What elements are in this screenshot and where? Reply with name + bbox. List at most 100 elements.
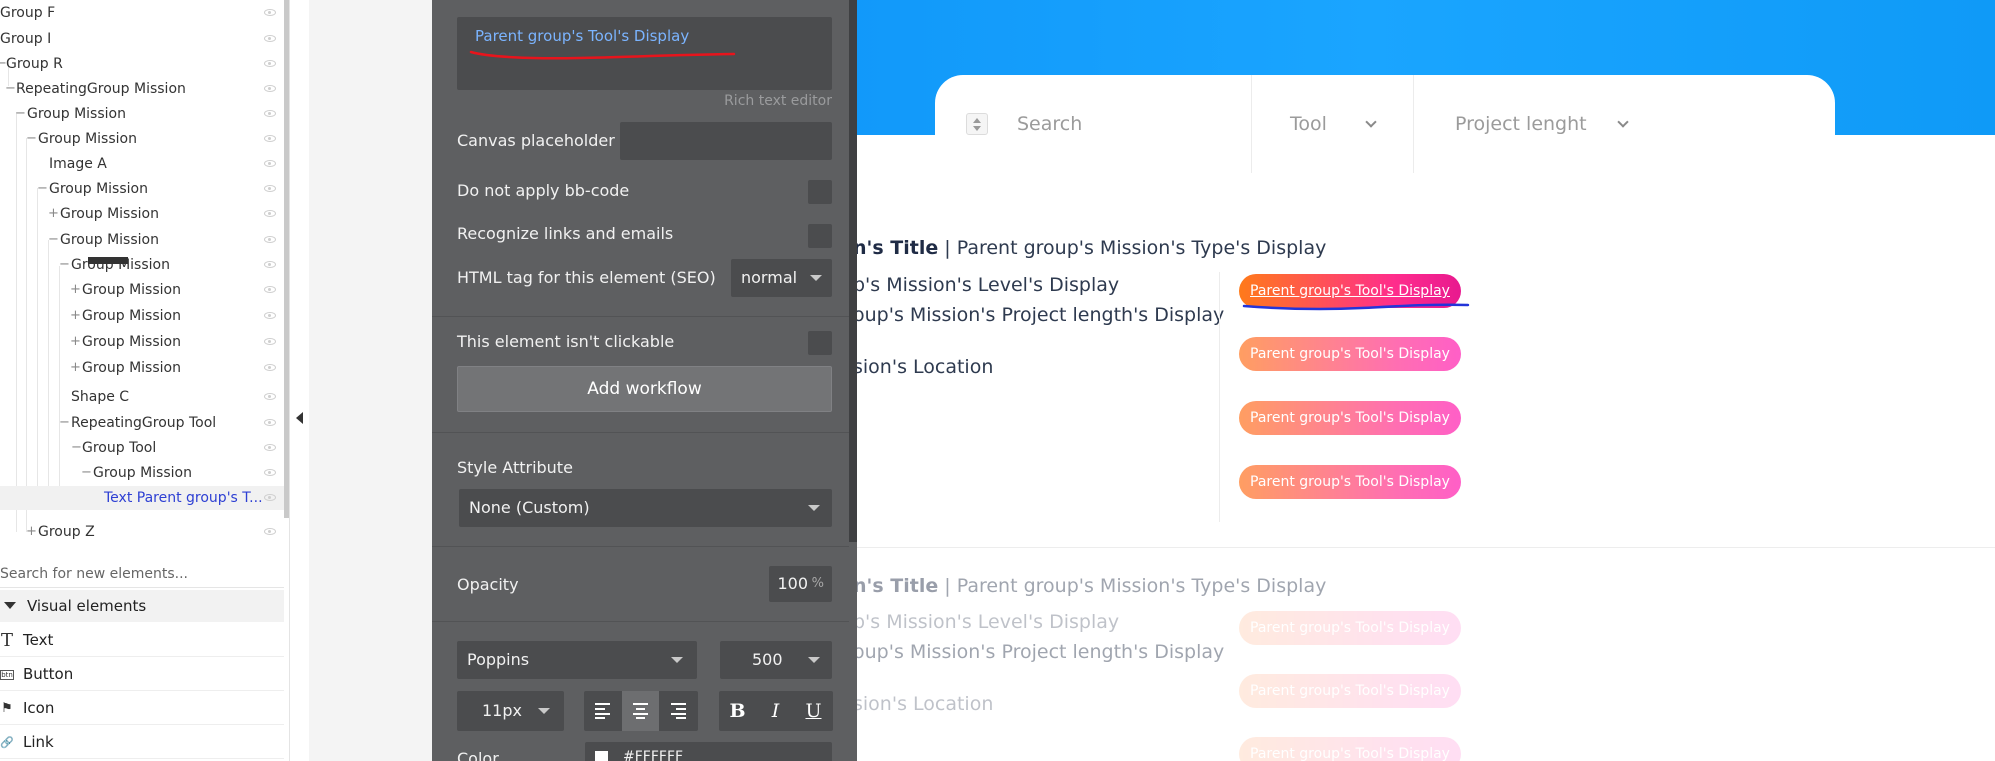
collapse-icon[interactable]: − [81, 461, 92, 485]
eye-icon[interactable] [264, 286, 276, 293]
tool-dropdown[interactable]: Tool [1290, 110, 1327, 138]
tree-item-shape-c[interactable]: Shape C [0, 385, 284, 409]
tool-pill[interactable]: Parent group's Tool's Display [1239, 401, 1461, 435]
collapse-icon[interactable]: − [5, 77, 16, 101]
eye-icon[interactable] [264, 210, 276, 217]
collapse-icon[interactable]: − [48, 228, 59, 252]
canvas-placeholder-input[interactable] [620, 122, 832, 160]
visual-item-text[interactable]: T Text [0, 624, 284, 657]
search-input[interactable]: Search [1017, 110, 1082, 138]
tree-item-group-mission[interactable]: − Group Mission [0, 228, 284, 252]
caret-down-icon [4, 602, 16, 609]
eye-icon[interactable] [264, 494, 276, 501]
not-clickable-label: This element isn't clickable [457, 332, 675, 351]
collapse-icon[interactable]: − [59, 411, 70, 435]
eye-icon[interactable] [264, 393, 276, 400]
tool-pill[interactable]: Parent group's Tool's Display [1239, 737, 1461, 761]
expand-icon[interactable]: + [26, 520, 37, 544]
collapse-icon[interactable]: − [59, 253, 70, 277]
panel-scrollbar[interactable] [849, 0, 857, 542]
eye-icon[interactable] [264, 312, 276, 319]
opacity-input[interactable]: 100 % [769, 566, 832, 602]
eye-icon[interactable] [264, 419, 276, 426]
tree-item-repeatinggroup-mission[interactable]: − RepeatingGroup Mission [0, 77, 284, 101]
underline-button[interactable]: U [795, 691, 832, 731]
eye-icon[interactable] [264, 9, 276, 16]
element-tree: Group F Group I −Group R −RepeatingGroup… [0, 0, 290, 761]
tree-item-group-mission[interactable]: − Group Mission [0, 127, 284, 151]
font-size-select[interactable]: 11px [457, 691, 564, 731]
color-picker[interactable]: #FFFFFF [585, 742, 832, 761]
eye-icon[interactable] [264, 528, 276, 535]
eye-icon[interactable] [264, 35, 276, 42]
collapse-icon[interactable]: − [15, 102, 26, 126]
color-swatch[interactable] [595, 751, 608, 761]
eye-icon[interactable] [264, 135, 276, 142]
tree-item-group-mission[interactable]: − Group Mission [0, 253, 284, 277]
tool-pill[interactable]: Parent group's Tool's Display [1239, 337, 1461, 371]
tool-pill[interactable]: Parent group's Tool's Display [1239, 465, 1461, 499]
align-right-button[interactable] [660, 691, 697, 731]
collapse-icon[interactable]: − [71, 436, 82, 460]
eye-icon[interactable] [264, 85, 276, 92]
visual-item-button[interactable]: btn Button [0, 658, 284, 691]
tree-item-group-mission[interactable]: − Group Mission [0, 461, 284, 485]
eye-icon[interactable] [264, 160, 276, 167]
eye-icon[interactable] [264, 110, 276, 117]
rich-text-content[interactable]: Parent group's Tool's Display [475, 27, 689, 45]
visual-elements-header[interactable]: Visual elements [0, 590, 284, 622]
collapse-icon[interactable]: − [37, 177, 48, 201]
expand-icon[interactable]: + [70, 330, 81, 354]
visual-item-link[interactable]: 🔗 Link [0, 726, 284, 759]
eye-icon[interactable] [264, 469, 276, 476]
tree-item-repeatinggroup-tool[interactable]: − RepeatingGroup Tool [0, 411, 284, 435]
style-select[interactable]: None (Custom) [459, 489, 832, 527]
align-left-button[interactable] [584, 691, 621, 731]
eye-icon[interactable] [264, 185, 276, 192]
font-family-select[interactable]: Poppins [457, 641, 697, 679]
eye-icon[interactable] [264, 444, 276, 451]
tree-item-group-mission[interactable]: + Group Mission [0, 330, 284, 354]
expand-icon[interactable]: + [70, 304, 81, 328]
font-weight-select[interactable]: 500 [720, 641, 832, 679]
tree-item-group-tool[interactable]: − Group Tool [0, 436, 284, 460]
mission-project-length: oup's Mission's Project length's Display [853, 304, 1225, 326]
not-clickable-checkbox[interactable] [808, 331, 832, 355]
tree-item-text-selected[interactable]: Text Parent group's T... [0, 486, 284, 510]
tool-pill[interactable]: Parent group's Tool's Display [1239, 611, 1461, 645]
tree-scrollbar[interactable] [284, 0, 289, 518]
tree-item-group-mission[interactable]: + Group Mission [0, 278, 284, 302]
tree-item-group-mission[interactable]: + Group Mission [0, 356, 284, 380]
tree-item-group-mission[interactable]: − Group Mission [0, 177, 284, 201]
expand-icon[interactable]: + [70, 278, 81, 302]
tree-item-group-mission[interactable]: + Group Mission [0, 202, 284, 226]
tool-pill[interactable]: Parent group's Tool's Display [1239, 674, 1461, 708]
tree-item-group-mission[interactable]: − Group Mission [0, 102, 284, 126]
eye-icon[interactable] [264, 261, 276, 268]
eye-icon[interactable] [264, 236, 276, 243]
element-search-input[interactable]: Search for new elements... [0, 560, 284, 588]
add-workflow-button[interactable]: Add workflow [457, 366, 832, 412]
stepper-icon[interactable] [966, 113, 988, 135]
tree-item-image-a[interactable]: Image A [0, 152, 284, 176]
no-bbcode-checkbox[interactable] [808, 180, 832, 204]
expand-icon[interactable]: + [48, 202, 59, 226]
recognize-links-checkbox[interactable] [808, 224, 832, 248]
visual-item-icon[interactable]: ⚑ Icon [0, 692, 284, 725]
eye-icon[interactable] [264, 364, 276, 371]
tree-item-group-f[interactable]: Group F [0, 1, 284, 25]
project-length-dropdown[interactable]: Project lenght [1455, 110, 1587, 138]
tree-item-group-mission[interactable]: + Group Mission [0, 304, 284, 328]
tree-item-group-z[interactable]: + Group Z [0, 520, 284, 544]
expand-icon[interactable]: + [70, 356, 81, 380]
italic-button[interactable]: I [757, 691, 794, 731]
tree-item-group-r[interactable]: −Group R [0, 52, 284, 76]
eye-icon[interactable] [264, 60, 276, 67]
html-tag-select[interactable]: normal [731, 259, 832, 297]
align-center-button[interactable] [622, 691, 659, 731]
collapse-icon[interactable]: − [26, 127, 37, 151]
tree-item-group-i[interactable]: Group I [0, 27, 284, 51]
eye-icon[interactable] [264, 338, 276, 345]
bold-button[interactable]: B [719, 691, 756, 731]
collapse-left-icon[interactable] [296, 412, 303, 424]
